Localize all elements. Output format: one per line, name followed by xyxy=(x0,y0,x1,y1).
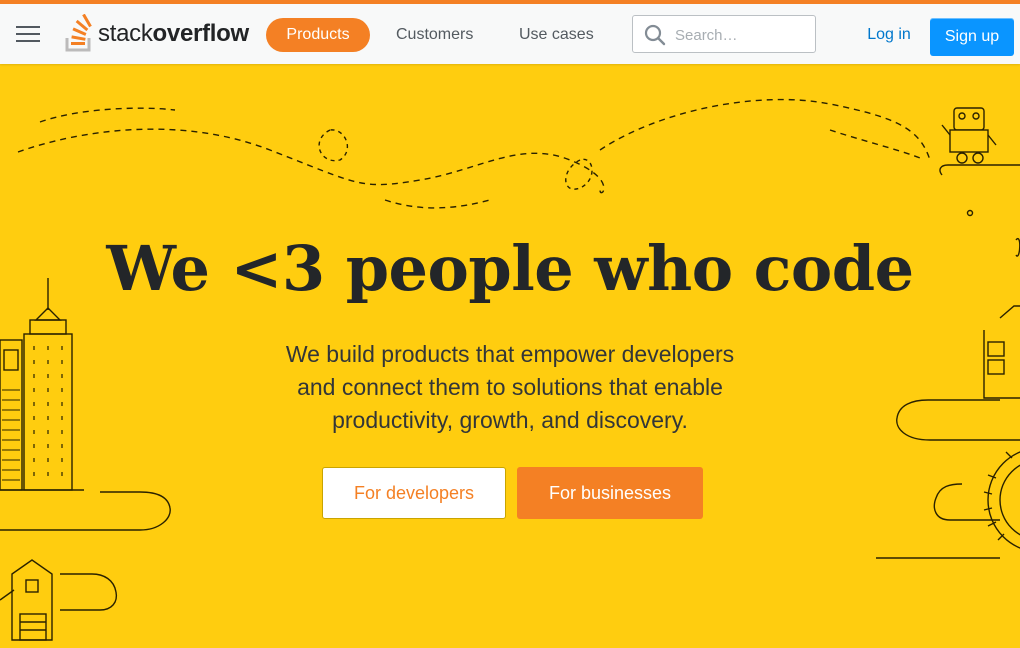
subtitle-line: and connect them to solutions that enabl… xyxy=(297,374,723,400)
dashed-path-line xyxy=(384,199,491,209)
cloud-icon xyxy=(0,491,171,531)
search-box[interactable] xyxy=(632,15,816,53)
dashed-path-line xyxy=(17,128,605,194)
hero-headline: We <3 people who code xyxy=(106,232,914,305)
search-icon xyxy=(644,24,666,46)
search-input[interactable] xyxy=(673,23,813,47)
nav-customers[interactable]: Customers xyxy=(396,18,473,52)
for-developers-button[interactable]: For developers xyxy=(322,467,506,519)
dashed-path-line xyxy=(39,107,176,123)
dashed-path-line xyxy=(599,98,931,161)
signup-button[interactable]: Sign up xyxy=(930,18,1014,56)
gear-icon xyxy=(933,451,1020,549)
logo-text: stackoverflow xyxy=(98,20,249,47)
cloud-icon xyxy=(896,399,1020,441)
login-link[interactable]: Log in xyxy=(856,18,922,52)
stackoverflow-logo[interactable]: stackoverflow xyxy=(64,14,259,54)
hero-subtitle: We build products that empower developer… xyxy=(238,338,782,437)
subtitle-line: We build products that empower developer… xyxy=(285,341,735,367)
nav-products[interactable]: Products xyxy=(266,18,370,52)
skyscraper-icon xyxy=(0,278,171,531)
stackoverflow-logo-icon xyxy=(65,14,92,52)
robot-icon xyxy=(939,107,1020,217)
cloud-icon xyxy=(60,573,118,611)
subtitle-line: productivity, growth, and discovery. xyxy=(332,407,688,433)
nav-use-cases[interactable]: Use cases xyxy=(519,18,594,52)
dashed-path-line xyxy=(318,129,349,162)
house-icon xyxy=(0,559,118,641)
top-bar: stackoverflow Products Customers Use cas… xyxy=(0,0,1020,64)
dashed-path-line xyxy=(829,129,921,159)
hamburger-icon[interactable] xyxy=(16,26,40,44)
for-businesses-button[interactable]: For businesses xyxy=(517,467,703,519)
